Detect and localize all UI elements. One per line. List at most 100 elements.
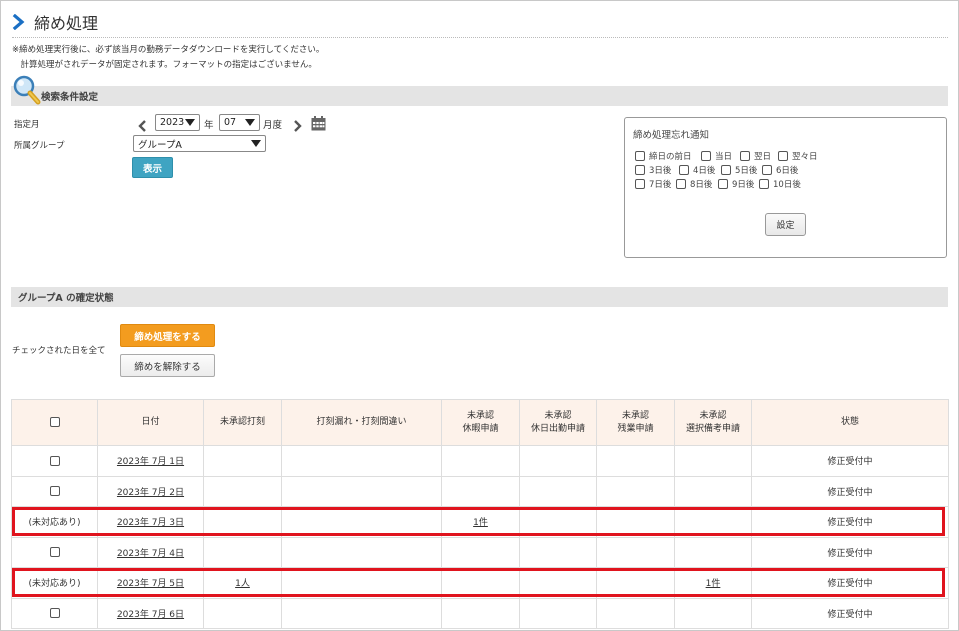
unapproved-stamp-cell bbox=[203, 506, 282, 538]
holiday-work-cell bbox=[519, 567, 597, 599]
reminder-option[interactable]: 翌々日 bbox=[778, 150, 818, 162]
year-select[interactable]: 2023 bbox=[155, 114, 200, 131]
note-cell bbox=[674, 536, 752, 568]
month-unit: 月度 bbox=[263, 120, 283, 131]
calendar-icon[interactable] bbox=[311, 116, 326, 131]
holiday-work-cell bbox=[519, 536, 597, 568]
table-row: (未対応あり) 2023年 7月 5日 1人 1件 修正受付中 bbox=[11, 567, 949, 599]
checkbox[interactable] bbox=[762, 165, 772, 175]
reminder-title: 締め処理忘れ通知 bbox=[633, 130, 710, 141]
select-all-checkbox[interactable] bbox=[49, 416, 60, 427]
unapproved-stamp-cell bbox=[203, 597, 282, 629]
column-header-overtime: 未承認 残業申請 bbox=[596, 399, 675, 446]
overtime-cell bbox=[596, 536, 675, 568]
row-checkbox[interactable] bbox=[49, 608, 60, 618]
reminder-option-label: 4日後 bbox=[693, 166, 716, 176]
table-row: (未対応あり) 2023年 7月 3日 1件 修正受付中 bbox=[11, 506, 949, 538]
stamp-errors-cell bbox=[281, 445, 442, 477]
month-select[interactable]: 07 bbox=[219, 114, 260, 131]
unapproved-stamp-cell bbox=[203, 536, 282, 568]
checkbox[interactable] bbox=[718, 179, 728, 189]
select-all-header bbox=[11, 399, 98, 446]
reminder-option[interactable]: 5日後 bbox=[721, 164, 757, 176]
reminder-option[interactable]: 4日後 bbox=[679, 164, 715, 176]
date-cell: 2023年 7月 2日 bbox=[97, 475, 204, 507]
reminder-option[interactable]: 8日後 bbox=[676, 178, 712, 190]
date-link[interactable]: 2023年 7月 4日 bbox=[117, 549, 184, 559]
checkbox[interactable] bbox=[635, 179, 645, 189]
table-header-row: 日付 未承認打刻 打刻漏れ・打刻間違い 未承認 休暇申請 未承認 休日出勤申請 … bbox=[11, 399, 949, 446]
leave-cell: 1件 bbox=[441, 506, 520, 538]
unapproved-stamp-link[interactable]: 1人 bbox=[235, 579, 250, 589]
checkbox[interactable] bbox=[701, 151, 711, 161]
note-cell bbox=[674, 597, 752, 629]
table-row: 2023年 7月 6日 修正受付中 bbox=[11, 597, 949, 629]
group-select[interactable]: グループA bbox=[133, 135, 266, 152]
next-month-icon[interactable] bbox=[292, 119, 304, 133]
note-count-link[interactable]: 1件 bbox=[706, 579, 721, 589]
row-checkbox[interactable] bbox=[49, 455, 60, 466]
reminder-option[interactable]: 3日後 bbox=[635, 164, 671, 176]
reminder-option-label: 5日後 bbox=[735, 166, 758, 176]
note-cell bbox=[674, 475, 752, 507]
leave-cell bbox=[441, 597, 520, 629]
reminder-set-button[interactable]: 設定 bbox=[765, 213, 806, 236]
reminder-option[interactable]: 7日後 bbox=[635, 178, 671, 190]
unapproved-stamp-cell bbox=[203, 475, 282, 507]
reminder-option-label: 10日後 bbox=[773, 180, 801, 190]
row-select-cell bbox=[11, 475, 98, 507]
reminder-option-label: 締日の前日 bbox=[649, 152, 692, 162]
group-label: 所属グループ bbox=[14, 141, 65, 151]
state-cell: 修正受付中 bbox=[751, 567, 949, 599]
note-cell bbox=[674, 506, 752, 538]
date-link[interactable]: 2023年 7月 3日 bbox=[117, 518, 184, 528]
checkbox[interactable] bbox=[676, 179, 686, 189]
leave-cell bbox=[441, 567, 520, 599]
date-link[interactable]: 2023年 7月 6日 bbox=[117, 610, 184, 620]
status-section-title: グループA の確定状態 bbox=[18, 293, 114, 304]
checkbox[interactable] bbox=[679, 165, 689, 175]
closing-status-table: 日付 未承認打刻 打刻漏れ・打刻間違い 未承認 休暇申請 未承認 休日出勤申請 … bbox=[11, 399, 949, 629]
chevron-down-icon bbox=[245, 119, 255, 126]
close-process-button[interactable]: 締め処理をする bbox=[120, 324, 215, 347]
checkbox[interactable] bbox=[759, 179, 769, 189]
search-section-header: 検索条件設定 bbox=[11, 86, 948, 106]
month-select-value: 07 bbox=[224, 117, 237, 128]
checkbox[interactable] bbox=[778, 151, 788, 161]
status-section-header: グループA の確定状態 bbox=[11, 287, 948, 307]
reminder-option[interactable]: 翌日 bbox=[740, 150, 771, 162]
checkbox[interactable] bbox=[635, 165, 645, 175]
group-select-value: グループA bbox=[138, 139, 182, 151]
leave-count-link[interactable]: 1件 bbox=[473, 518, 488, 528]
date-cell: 2023年 7月 6日 bbox=[97, 597, 204, 629]
notice-text: ※締め処理実行後に、必ず該当月の勤務データダウンロードを実行してください。 計算… bbox=[12, 43, 324, 73]
search-section-title: 検索条件設定 bbox=[41, 92, 99, 103]
check-all-label: チェックされた日を全て bbox=[12, 346, 106, 356]
reminder-option[interactable]: 10日後 bbox=[759, 178, 801, 190]
reminder-option[interactable]: 6日後 bbox=[762, 164, 798, 176]
checkbox[interactable] bbox=[740, 151, 750, 161]
date-link[interactable]: 2023年 7月 1日 bbox=[117, 457, 184, 467]
date-cell: 2023年 7月 1日 bbox=[97, 445, 204, 477]
row-checkbox[interactable] bbox=[49, 486, 60, 496]
reminder-option[interactable]: 当日 bbox=[701, 150, 732, 162]
unresolved-cell: (未対応あり) bbox=[11, 567, 98, 599]
date-link[interactable]: 2023年 7月 5日 bbox=[117, 579, 184, 589]
show-button[interactable]: 表示 bbox=[132, 157, 173, 178]
release-close-button[interactable]: 締めを解除する bbox=[120, 354, 215, 377]
prev-month-icon[interactable] bbox=[136, 119, 148, 133]
column-header-holiday-work: 未承認 休日出勤申請 bbox=[519, 399, 597, 446]
checkbox[interactable] bbox=[721, 165, 731, 175]
overtime-cell bbox=[596, 445, 675, 477]
column-header-leave: 未承認 休暇申請 bbox=[441, 399, 520, 446]
reminder-option[interactable]: 9日後 bbox=[718, 178, 754, 190]
holiday-work-cell bbox=[519, 445, 597, 477]
date-link[interactable]: 2023年 7月 2日 bbox=[117, 488, 184, 498]
overtime-cell bbox=[596, 475, 675, 507]
table-row: 2023年 7月 1日 修正受付中 bbox=[11, 445, 949, 477]
reminder-option[interactable]: 締日の前日 bbox=[635, 150, 692, 162]
state-cell: 修正受付中 bbox=[751, 445, 949, 477]
row-checkbox[interactable] bbox=[49, 547, 60, 557]
checkbox[interactable] bbox=[635, 151, 645, 161]
holiday-work-cell bbox=[519, 506, 597, 538]
